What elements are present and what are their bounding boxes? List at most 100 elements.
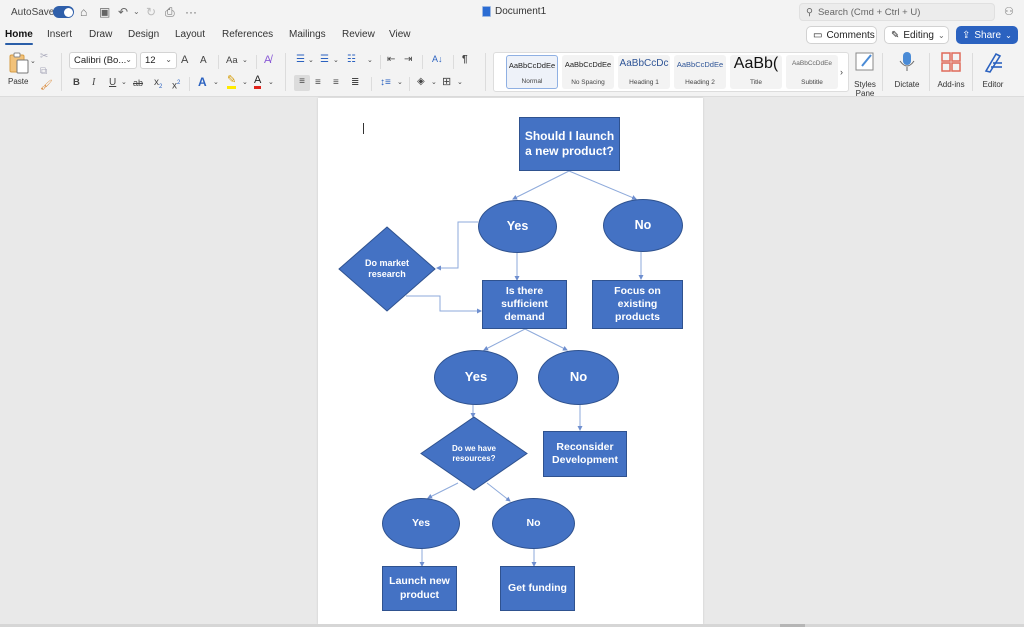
dictate-button[interactable]: Dictate: [890, 51, 924, 89]
sort-icon[interactable]: A↓: [432, 52, 443, 66]
font-color-chevron-icon[interactable]: ⌄: [268, 76, 274, 90]
subscript-button[interactable]: x2: [154, 76, 162, 94]
style-heading-1[interactable]: AaBbCcDc Heading 1: [618, 55, 670, 89]
collaborate-icon[interactable]: ⚇: [1004, 5, 1014, 18]
grow-font-icon[interactable]: A: [181, 53, 188, 67]
underline-button[interactable]: U: [109, 76, 116, 90]
highlight-chevron-icon[interactable]: ⌄: [242, 76, 248, 90]
multilevel-list-icon[interactable]: ☷: [347, 53, 356, 67]
node-text: No: [634, 217, 652, 232]
bold-button[interactable]: B: [73, 76, 80, 90]
multilevel-chevron-icon[interactable]: ⌄: [367, 54, 373, 68]
autosave-toggle[interactable]: [53, 6, 74, 18]
font-size-dropdown[interactable]: 12 ⌄: [140, 52, 177, 69]
clear-formatting-icon[interactable]: A̸: [264, 53, 271, 67]
save-icon[interactable]: ▣: [99, 4, 110, 20]
justify-icon[interactable]: ≣: [351, 76, 359, 90]
borders-chevron-icon[interactable]: ⌄: [457, 76, 463, 90]
change-case-chevron-icon[interactable]: ⌄: [242, 54, 248, 68]
paste-button[interactable]: [8, 52, 30, 74]
editing-mode-button[interactable]: ✎ Editing ⌄: [884, 26, 949, 44]
numbering-chevron-icon[interactable]: ⌄: [333, 54, 339, 68]
addins-button[interactable]: Add-ins: [935, 51, 967, 89]
flowchart-ellipse-yes-1[interactable]: Yes: [478, 200, 557, 253]
style-subtitle[interactable]: AaBbCcDdEe Subtitle: [786, 55, 838, 89]
align-left-icon[interactable]: ≡: [294, 75, 310, 91]
text-effects-icon[interactable]: A: [198, 75, 207, 89]
numbering-icon[interactable]: ☰: [320, 53, 329, 67]
borders-icon[interactable]: ⊞: [442, 75, 451, 89]
editing-label: Editing: [903, 29, 934, 41]
comments-button[interactable]: ▭ Comments: [806, 26, 877, 44]
tab-mailings[interactable]: Mailings: [289, 29, 326, 40]
flowchart-box-demand[interactable]: Is there sufficient demand: [482, 280, 567, 329]
line-spacing-icon[interactable]: ↕≡: [380, 76, 391, 90]
underline-chevron-icon[interactable]: ⌄: [121, 76, 127, 90]
share-button[interactable]: ⇪ Share ⌄: [956, 26, 1018, 44]
tab-insert[interactable]: Insert: [47, 29, 72, 40]
flowchart-ellipse-no-3[interactable]: No: [492, 498, 575, 549]
paste-dropdown-chevron-icon[interactable]: ⌄: [30, 55, 36, 69]
home-icon[interactable]: ⌂: [80, 4, 87, 20]
tab-home[interactable]: Home: [5, 29, 33, 45]
tab-layout[interactable]: Layout: [175, 29, 205, 40]
node-text: Launch new product: [389, 575, 450, 601]
change-case-button[interactable]: Aa: [226, 54, 238, 68]
flowchart-ellipse-yes-2[interactable]: Yes: [434, 350, 518, 405]
redo-icon[interactable]: ↻: [146, 4, 156, 20]
styles-more-chevron-icon[interactable]: ›: [840, 65, 843, 79]
line-spacing-chevron-icon[interactable]: ⌄: [397, 76, 403, 90]
shading-chevron-icon[interactable]: ⌄: [431, 76, 437, 90]
tab-view[interactable]: View: [389, 29, 411, 40]
style-heading-2[interactable]: AaBbCcDdEe Heading 2: [674, 55, 726, 89]
bullets-chevron-icon[interactable]: ⌄: [308, 54, 314, 68]
style-no-spacing[interactable]: AaBbCcDdEe No Spacing: [562, 55, 614, 89]
font-name-dropdown[interactable]: Calibri (Bo... ⌄: [69, 52, 137, 69]
flowchart-diamond-research[interactable]: Do market research: [338, 226, 436, 312]
more-icon[interactable]: ···: [185, 4, 197, 20]
flowchart-box-launch[interactable]: Launch new product: [382, 566, 457, 611]
style-title[interactable]: AaBb( Title: [730, 55, 782, 89]
align-center-icon[interactable]: ≡: [315, 76, 321, 90]
shrink-font-icon[interactable]: A: [200, 54, 207, 68]
divider: [285, 53, 286, 91]
flowchart-ellipse-no-1[interactable]: No: [603, 199, 683, 252]
flowchart-box-reconsider[interactable]: Reconsider Development: [543, 431, 627, 477]
bullets-icon[interactable]: ☰: [296, 53, 305, 67]
font-color-icon[interactable]: A: [254, 74, 262, 89]
divider: [61, 53, 62, 91]
style-normal[interactable]: AaBbCcDdEe Normal: [506, 55, 558, 89]
increase-indent-icon[interactable]: ⇥: [404, 53, 412, 67]
flowchart-box-start[interactable]: Should I launch a new product?: [519, 117, 620, 171]
text-effects-chevron-icon[interactable]: ⌄: [213, 76, 219, 90]
flowchart-ellipse-yes-3[interactable]: Yes: [382, 498, 460, 549]
search-input[interactable]: ⚲ Search (Cmd + Ctrl + U): [799, 3, 995, 21]
undo-icon[interactable]: ↶: [118, 4, 128, 20]
align-right-icon[interactable]: ≡: [333, 76, 339, 90]
format-painter-icon[interactable]: 🖌: [40, 79, 53, 93]
strikethrough-button[interactable]: ab: [133, 76, 143, 90]
tab-references[interactable]: References: [222, 29, 273, 40]
tab-review[interactable]: Review: [342, 29, 375, 40]
copy-icon[interactable]: ⧉: [40, 65, 47, 79]
decrease-indent-icon[interactable]: ⇤: [387, 53, 395, 67]
node-text: No: [526, 516, 541, 529]
flowchart-box-funding[interactable]: Get funding: [500, 566, 575, 611]
flowchart-ellipse-no-2[interactable]: No: [538, 350, 619, 405]
cut-icon[interactable]: ✂: [40, 50, 48, 64]
styles-pane-button[interactable]: Styles Pane: [852, 51, 878, 98]
print-icon[interactable]: ⎙: [165, 4, 175, 20]
flowchart-box-focus[interactable]: Focus on existing products: [592, 280, 683, 329]
autosave-label: AutoSave: [11, 7, 55, 18]
italic-button[interactable]: I: [92, 76, 95, 90]
shading-icon[interactable]: ◈: [417, 75, 425, 89]
editor-button[interactable]: Editor: [978, 51, 1008, 89]
show-formatting-icon[interactable]: ¶: [462, 53, 468, 67]
tab-draw[interactable]: Draw: [89, 29, 112, 40]
flowchart-diamond-resources[interactable]: Do we have resources?: [420, 416, 528, 491]
highlight-color-icon[interactable]: ✎: [227, 74, 237, 89]
undo-dropdown-chevron-icon[interactable]: ⌄: [133, 4, 140, 20]
tab-design[interactable]: Design: [128, 29, 159, 40]
superscript-button[interactable]: x2: [172, 76, 180, 93]
ribbon-home: ⌄ Paste ✂ ⧉ 🖌 Calibri (Bo... ⌄ 12 ⌄ A A …: [0, 47, 1024, 98]
